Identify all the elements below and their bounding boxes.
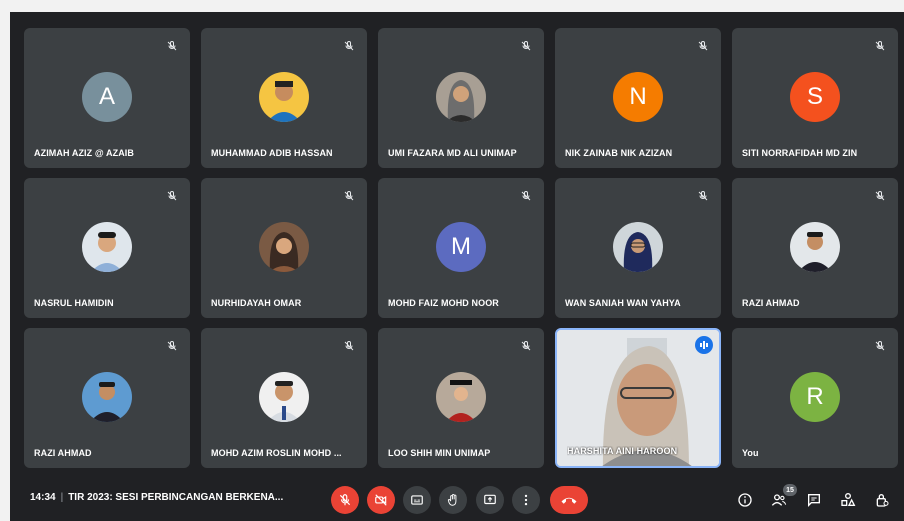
mic-off-icon <box>516 36 536 56</box>
participant-tile[interactable]: WAN SANIAH WAN YAHYA <box>555 178 721 318</box>
participant-tile[interactable]: NASRUL HAMIDIN <box>24 178 190 318</box>
meeting-info: 14:34 | TIR 2023: SESI PERBINCANGAN BERKEN… <box>30 492 283 503</box>
mic-toggle-button[interactable] <box>331 486 359 514</box>
activities-button[interactable] <box>837 489 859 511</box>
end-call-button[interactable] <box>550 486 588 514</box>
lock-person-icon <box>876 494 889 507</box>
avatar: M <box>436 222 486 272</box>
participant-name: WAN SANIAH WAN YAHYA <box>565 298 681 308</box>
mic-off-icon <box>162 336 182 356</box>
raise-hand-button[interactable] <box>439 486 467 514</box>
mic-off-icon <box>870 186 890 206</box>
participant-count-badge: 15 <box>783 484 797 496</box>
avatar: R <box>790 372 840 422</box>
avatar-photo <box>790 222 840 272</box>
participant-tile[interactable]: UMI FAZARA MD ALI UNIMAP <box>378 28 544 168</box>
present-icon <box>484 494 496 505</box>
participant-name: MOHD FAIZ MOHD NOOR <box>388 298 499 308</box>
participant-tile[interactable]: S SITI NORRAFIDAH MD ZIN <box>732 28 898 168</box>
avatar: A <box>82 72 132 122</box>
more-vert-icon <box>524 494 528 506</box>
chat-button[interactable] <box>803 489 825 511</box>
participant-tile[interactable]: RAZI AHMAD <box>24 328 190 468</box>
avatar-initial: S <box>806 83 823 110</box>
avatar-photo <box>613 222 663 272</box>
participant-video-tile[interactable]: HARSHITA AINI HAROON <box>555 328 721 468</box>
camera-off-icon <box>375 494 387 506</box>
participant-name: NASRUL HAMIDIN <box>34 298 114 308</box>
mic-off-icon <box>693 186 713 206</box>
mic-off-icon <box>339 336 359 356</box>
meeting-details-button[interactable] <box>734 489 756 511</box>
avatar-photo <box>436 372 486 422</box>
participant-name: NURHIDAYAH OMAR <box>211 298 302 308</box>
participant-tile[interactable]: A AZIMAH AZIZ @ AZAIB <box>24 28 190 168</box>
shapes-icon <box>841 493 856 506</box>
chat-icon <box>808 494 820 507</box>
captions-button[interactable] <box>403 486 431 514</box>
participant-name: HARSHITA AINI HAROON <box>567 446 678 456</box>
participant-tile[interactable]: MUHAMMAD ADIB HASSAN <box>201 28 367 168</box>
participant-tile[interactable]: N NIK ZAINAB NIK AZIZAN <box>555 28 721 168</box>
phone-hangup-icon <box>561 497 577 504</box>
self-tile[interactable]: R You <box>732 328 898 468</box>
participant-name: RAZI AHMAD <box>34 448 92 458</box>
avatar-photo <box>436 72 486 122</box>
mic-off-icon <box>339 36 359 56</box>
avatar: N <box>613 72 663 122</box>
avatar-initial: A <box>98 83 115 110</box>
participant-name: MOHD AZIM ROSLIN MOHD ... <box>211 448 342 458</box>
mic-off-icon <box>162 36 182 56</box>
avatar: S <box>790 72 840 122</box>
participant-name: LOO SHIH MIN UNIMAP <box>388 448 491 458</box>
mic-off-icon <box>870 36 890 56</box>
meet-window: A AZIMAH AZIZ @ AZAIB MUHAMMAD ADIB HASS… <box>10 12 904 521</box>
participant-name: You <box>742 448 759 458</box>
more-options-button[interactable] <box>512 486 540 514</box>
participant-name: MUHAMMAD ADIB HASSAN <box>211 148 333 158</box>
host-controls-button[interactable] <box>871 489 893 511</box>
avatar-photo <box>259 222 309 272</box>
participant-name: UMI FAZARA MD ALI UNIMAP <box>388 148 517 158</box>
info-icon <box>738 493 752 507</box>
participant-tile[interactable]: M MOHD FAIZ MOHD NOOR <box>378 178 544 318</box>
participant-name: RAZI AHMAD <box>742 298 800 308</box>
mic-off-icon <box>516 186 536 206</box>
control-bar: 14:34 | TIR 2023: SESI PERBINCANGAN BERKEN… <box>10 480 904 521</box>
avatar-initial: R <box>806 383 824 410</box>
avatar-photo <box>82 372 132 422</box>
mic-off-icon <box>162 186 182 206</box>
mic-off-icon <box>516 336 536 356</box>
meeting-title: TIR 2023: SESI PERBINCANGAN BERKENA... <box>68 492 284 503</box>
separator: | <box>60 492 64 503</box>
participant-name: NIK ZAINAB NIK AZIZAN <box>565 148 673 158</box>
avatar-initial: N <box>629 83 647 110</box>
camera-toggle-button[interactable] <box>367 486 395 514</box>
participant-name: AZIMAH AZIZ @ AZAIB <box>34 148 134 158</box>
mic-off-icon <box>339 494 351 506</box>
captions-icon <box>411 495 423 505</box>
mic-off-icon <box>693 36 713 56</box>
mic-off-icon <box>339 186 359 206</box>
meeting-time: 14:34 <box>30 492 56 503</box>
avatar-photo <box>259 72 309 122</box>
participant-tile[interactable]: MOHD AZIM ROSLIN MOHD ... <box>201 328 367 468</box>
participant-name: SITI NORRAFIDAH MD ZIN <box>742 148 858 158</box>
participant-tile[interactable]: RAZI AHMAD <box>732 178 898 318</box>
participant-tile[interactable]: NURHIDAYAH OMAR <box>201 178 367 318</box>
avatar-photo <box>82 222 132 272</box>
mic-off-icon <box>870 336 890 356</box>
hand-icon <box>447 493 457 506</box>
avatar-photo <box>259 372 309 422</box>
participant-tile[interactable]: LOO SHIH MIN UNIMAP <box>378 328 544 468</box>
speaking-indicator-icon <box>695 336 713 354</box>
avatar-initial: M <box>451 233 471 260</box>
present-screen-button[interactable] <box>476 486 504 514</box>
